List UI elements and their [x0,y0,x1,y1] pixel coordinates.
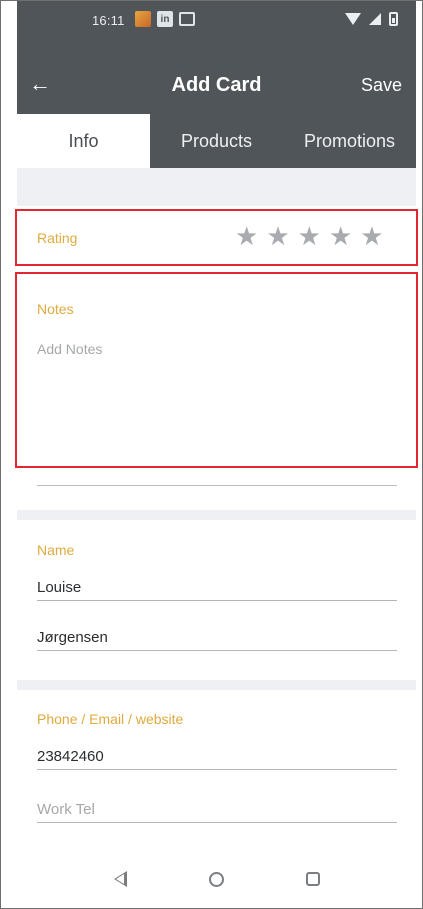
nav-home-icon[interactable] [208,871,224,887]
nav-recents-icon[interactable] [305,872,320,886]
rating-stars[interactable]: ★ ★ ★ ★ ★ [235,221,384,251]
last-name-field[interactable]: Jørgensen [37,621,397,651]
signal-icon [369,13,381,25]
star-2-icon[interactable]: ★ [266,221,289,251]
nav-back-icon[interactable] [113,871,127,887]
contact-section-label: Phone / Email / website [37,711,184,727]
gallery-icon [135,11,151,27]
status-time: 16:11 [92,13,125,28]
message-icon [179,12,195,26]
page-title: Add Card [171,74,262,96]
name-section-label: Name [37,542,75,558]
notes-underline [37,485,397,486]
tab-products[interactable]: Products [150,114,283,168]
section-divider [17,168,416,206]
system-nav-bar [17,850,416,908]
notification-icons: in [135,11,195,27]
star-1-icon[interactable]: ★ [235,221,258,251]
battery-icon [389,12,398,26]
star-5-icon[interactable]: ★ [360,221,383,251]
notes-label: Notes [37,301,74,317]
wifi-icon [345,13,361,25]
section-divider [17,510,416,520]
save-button[interactable]: Save [361,75,402,96]
tab-promotions[interactable]: Promotions [283,114,416,168]
first-name-field[interactable]: Louise [37,571,397,601]
notes-box [15,272,418,468]
system-icons [345,12,398,26]
status-bar: 16:11 in [17,1,416,39]
star-3-icon[interactable]: ★ [298,221,321,251]
phone-field[interactable]: 23842460 [37,740,397,770]
app-bar: ← Add Card Save [17,39,416,114]
phone-screen: 16:11 in ← Add Card Save Info Products P… [0,0,423,909]
tab-bar: Info Products Promotions [17,114,416,168]
work-tel-field[interactable]: Work Tel [37,793,397,823]
star-4-icon[interactable]: ★ [329,221,352,251]
section-divider [17,680,416,690]
tab-info[interactable]: Info [17,114,150,168]
linkedin-icon: in [157,11,173,27]
notes-textarea[interactable]: Add Notes [37,341,377,357]
rating-label: Rating [37,230,78,246]
